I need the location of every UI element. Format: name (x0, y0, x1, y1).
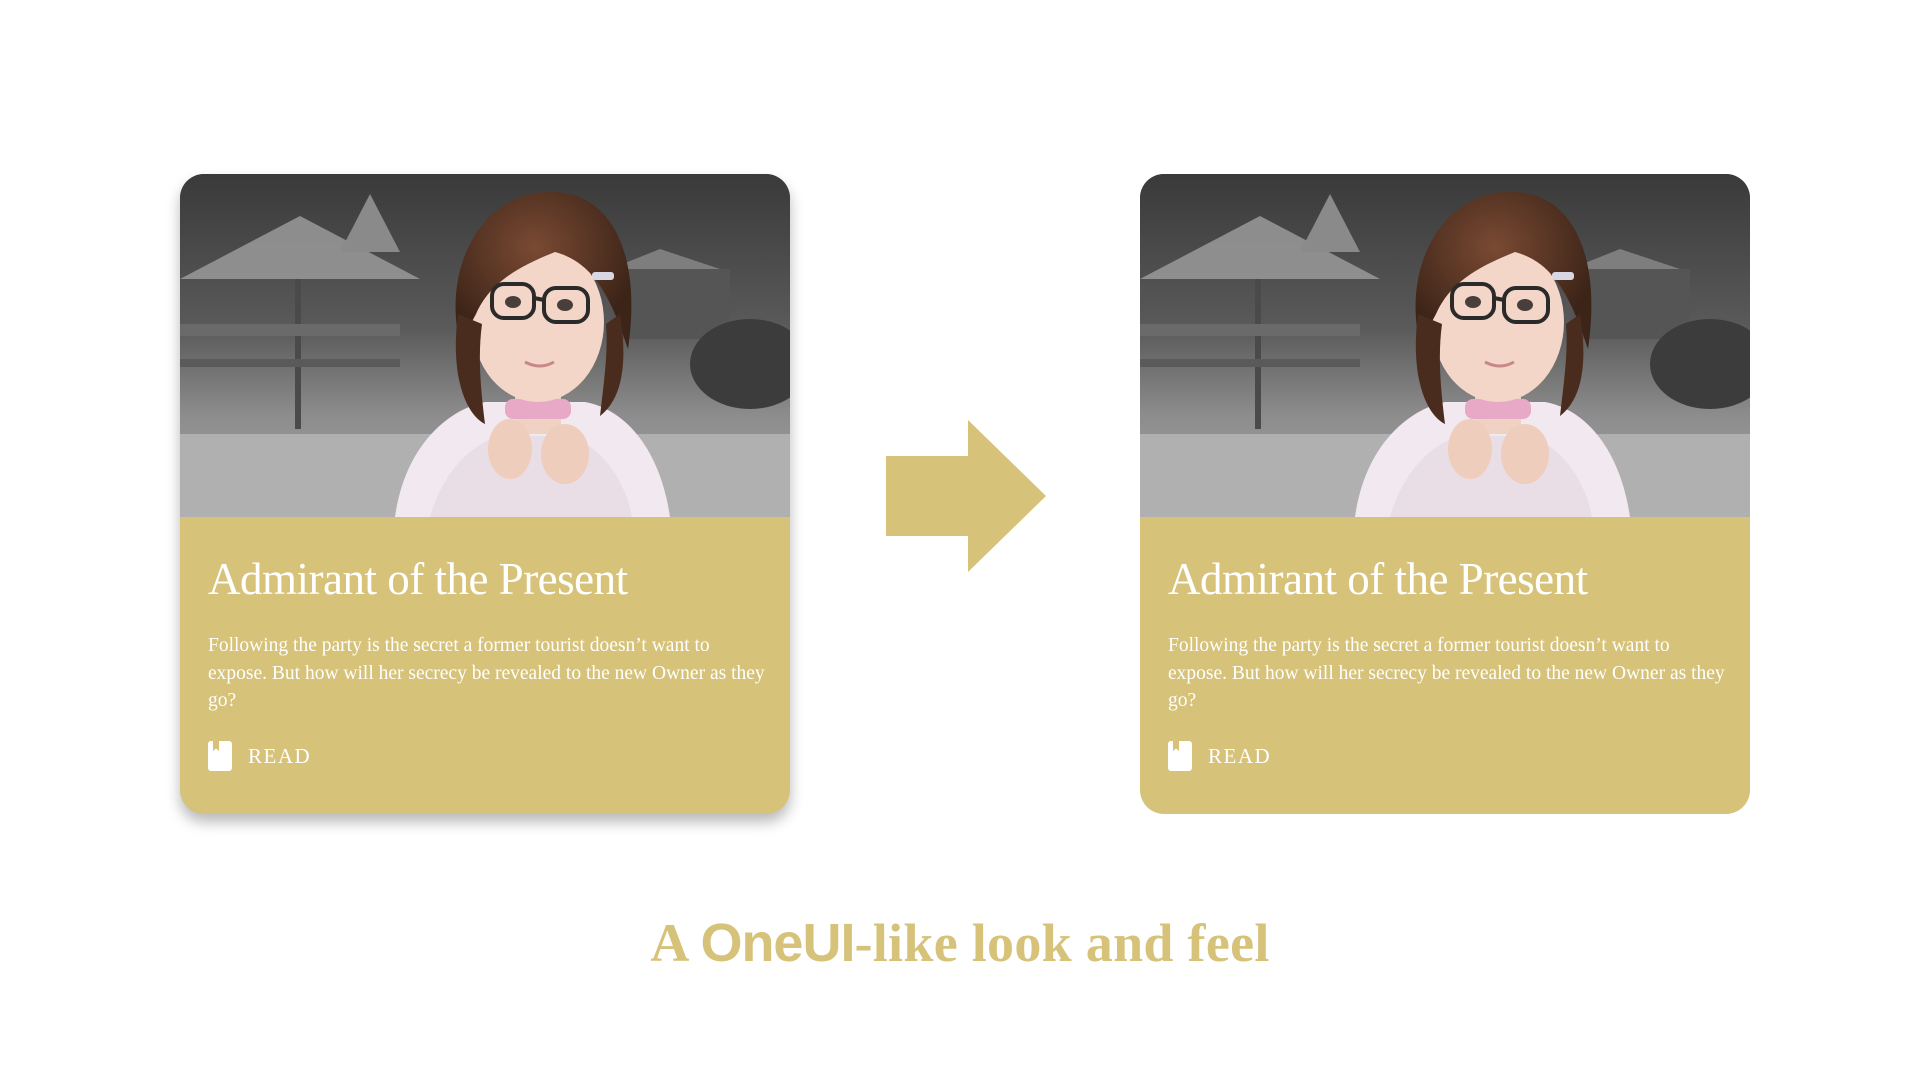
caption: A OneUI-like look and feel (0, 912, 1920, 974)
card-description: Following the party is the secret a form… (208, 635, 765, 711)
comparison-stage: Admirant of the Present Following the pa… (0, 0, 1920, 1080)
caption-suffix: -like look and feel (854, 913, 1270, 973)
story-card-before[interactable]: Admirant of the Present Following the pa… (180, 174, 790, 814)
read-label: READ (1208, 743, 1272, 768)
book-icon (208, 741, 232, 771)
read-button[interactable]: READ (208, 739, 311, 773)
card-title: Admirant of the Present (1168, 554, 1588, 604)
card-cover-image (180, 174, 790, 517)
card-body: Admirant of the Present Following the pa… (1140, 517, 1750, 814)
caption-brand: OneUI (700, 913, 855, 973)
book-icon (1168, 741, 1192, 771)
read-label: READ (248, 743, 312, 768)
story-card-after[interactable]: Admirant of the Present Following the pa… (1140, 174, 1750, 814)
card-cover-image (1140, 174, 1750, 517)
card-description: Following the party is the secret a form… (1168, 635, 1725, 711)
read-button[interactable]: READ (1168, 739, 1271, 773)
caption-prefix: A (650, 913, 701, 973)
arrow-right-icon (886, 420, 1046, 572)
card-body: Admirant of the Present Following the pa… (180, 517, 790, 814)
card-title: Admirant of the Present (208, 554, 628, 604)
